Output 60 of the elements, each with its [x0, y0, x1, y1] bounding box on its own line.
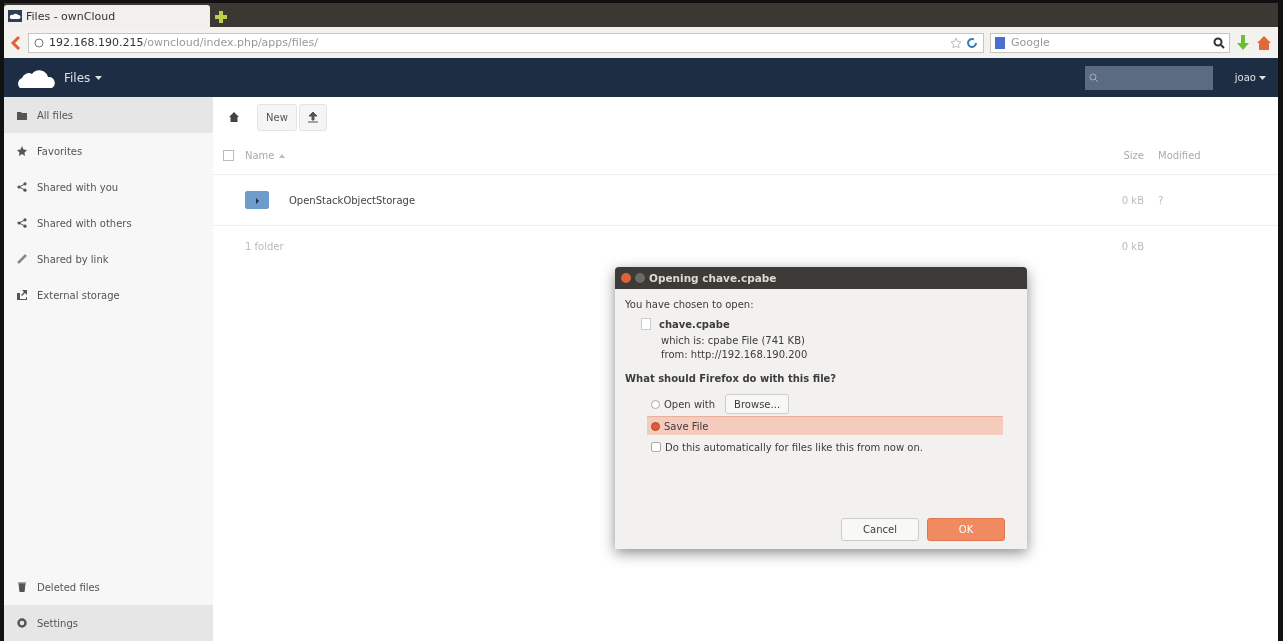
app-menu[interactable]: Files [64, 70, 103, 85]
search-icon[interactable] [1213, 36, 1225, 49]
browser-tab[interactable]: Files - ownCloud [4, 5, 210, 27]
radio-option[interactable]: Save File [651, 420, 709, 432]
sidebar-item[interactable]: Settings [4, 605, 213, 641]
share-icon [17, 182, 27, 192]
back-icon[interactable] [10, 34, 22, 51]
folder-icon [17, 110, 27, 120]
folder-icon [245, 191, 269, 209]
close-icon[interactable] [621, 273, 631, 283]
trash-icon [17, 582, 27, 592]
home-icon[interactable] [229, 112, 239, 122]
file-source: from: http://192.168.190.200 [661, 349, 809, 360]
gear-icon [17, 618, 27, 628]
checkbox[interactable] [651, 442, 661, 452]
sidebar-item[interactable]: Favorites [4, 133, 213, 169]
upload-icon [307, 111, 318, 123]
sidebar-item[interactable]: External storage [4, 277, 213, 313]
summary-text: 1 folder [245, 240, 284, 252]
external-storage-icon [17, 290, 27, 300]
sidebar-item[interactable]: Shared with you [4, 169, 213, 205]
cancel-button[interactable]: Cancel [841, 518, 919, 541]
sidebar-item[interactable]: Shared by link [4, 241, 213, 277]
star-icon[interactable] [951, 37, 961, 48]
new-button[interactable]: New [257, 103, 297, 131]
sort-icon [278, 153, 285, 158]
sidebar-item[interactable]: Shared with others [4, 205, 213, 241]
search-icon [1088, 72, 1099, 83]
intro-text: You have chosen to open: [625, 299, 755, 310]
star-icon [17, 146, 27, 156]
address-field[interactable]: 192.168.190.215/owncloud/index.php/apps/files/ [28, 32, 984, 53]
download-icon[interactable] [1236, 34, 1250, 51]
caret-icon [1259, 75, 1266, 80]
radio-button[interactable] [651, 399, 660, 409]
caret-icon [95, 75, 103, 80]
file-name[interactable]: OpenStackObjectStorage [289, 194, 416, 206]
file-type: which is: cpabe File (741 KB) [661, 335, 806, 346]
globe-icon [34, 37, 44, 48]
file-name: chave.cpabe [659, 318, 730, 330]
sidebar-item[interactable]: Deleted files [4, 569, 213, 605]
radio-option[interactable]: Open with [651, 398, 716, 410]
file-icon [641, 318, 651, 330]
share-icon [17, 218, 27, 228]
dialog-title: Opening chave.cpabe [649, 272, 777, 284]
upload-button[interactable] [298, 103, 327, 131]
sidebar-item[interactable]: All files [4, 97, 213, 133]
select-all-checkbox[interactable] [223, 150, 234, 161]
summary-size: 0 kB [1120, 240, 1145, 252]
question-text: What should Firefox do with this file? [625, 373, 838, 384]
search-field[interactable] [1084, 65, 1213, 90]
minimize-icon[interactable] [635, 273, 645, 283]
browse-button[interactable]: Browse... [725, 394, 790, 414]
reload-icon[interactable] [966, 36, 978, 49]
user-menu[interactable]: joao [1234, 72, 1266, 83]
file-modified: ? [1158, 194, 1165, 206]
radio-button[interactable] [651, 421, 660, 431]
search-box[interactable]: Google [990, 32, 1230, 53]
checkbox-option[interactable]: Do this automatically for files like this from now on. [651, 441, 923, 453]
cloud-icon [8, 10, 22, 22]
file-size: 0 kB [1120, 194, 1145, 206]
